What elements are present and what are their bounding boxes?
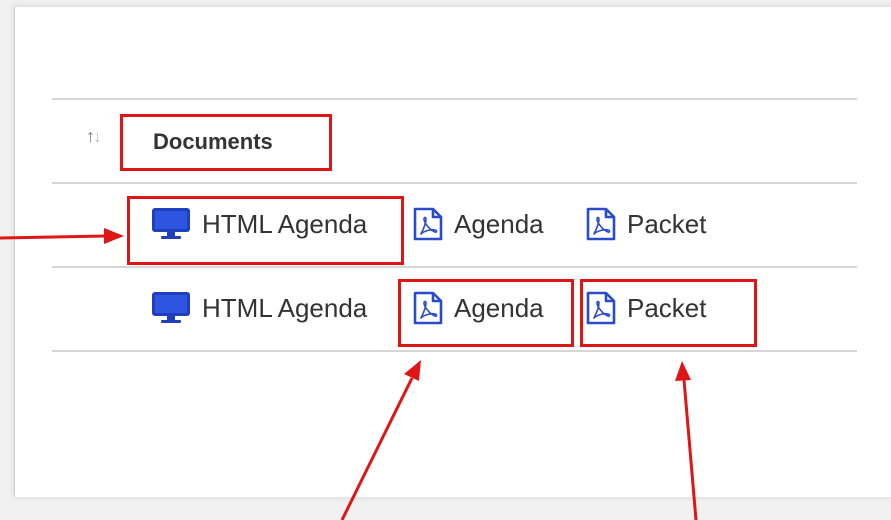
arrow-to-agenda (340, 377, 414, 520)
arrow-to-packet (682, 379, 698, 520)
annotation-arrows (0, 228, 698, 520)
arrow-to-html-agenda (0, 234, 107, 240)
